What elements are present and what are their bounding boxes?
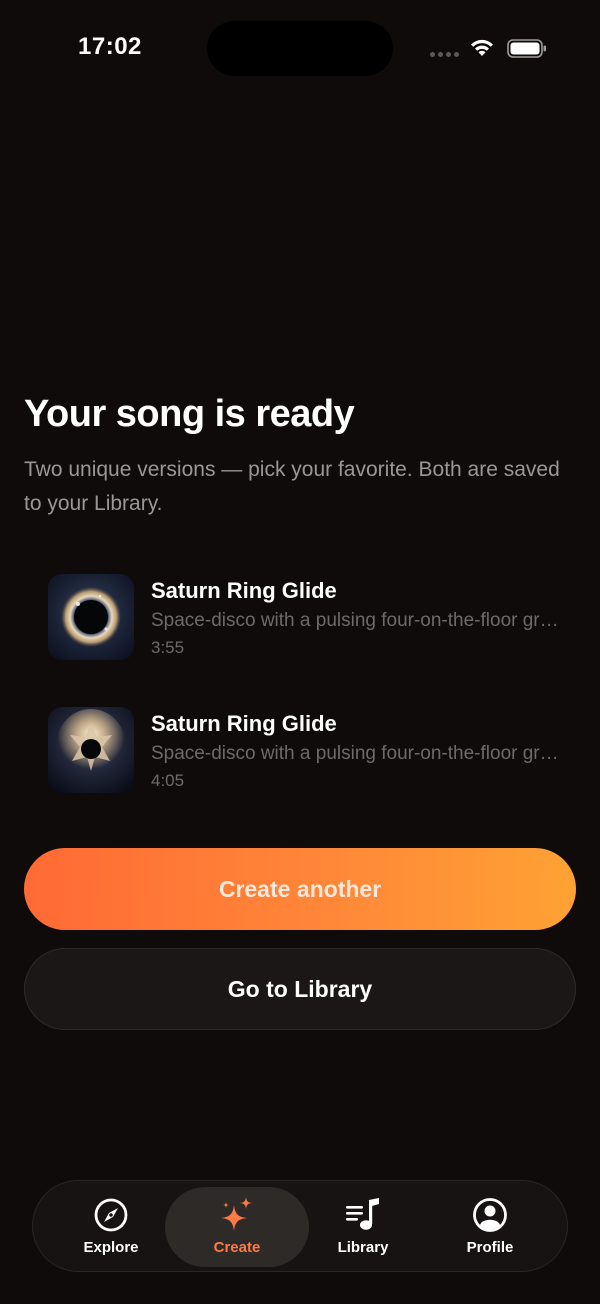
tab-explore[interactable]: Explore — [39, 1187, 183, 1267]
tab-bar: Explore Create Library Profile — [32, 1180, 568, 1272]
dynamic-island — [207, 21, 393, 76]
song-duration: 3:55 — [151, 638, 185, 657]
sparkles-icon — [221, 1197, 252, 1231]
song-item[interactable]: Saturn Ring Glide Space-disco with a pul… — [48, 574, 568, 660]
song-title: Saturn Ring Glide — [151, 578, 337, 603]
status-time: 17:02 — [78, 33, 142, 60]
song-title: Saturn Ring Glide — [151, 711, 337, 736]
tab-label: Library — [337, 1239, 389, 1256]
tab-label: Create — [213, 1239, 261, 1256]
tab-label: Profile — [466, 1239, 514, 1256]
person-circle-icon — [473, 1198, 507, 1232]
song-cover-image — [48, 574, 134, 660]
create-another-button[interactable]: Create another — [24, 848, 576, 930]
tab-library[interactable]: Library — [291, 1187, 435, 1267]
compass-icon — [94, 1198, 128, 1232]
cellular-signal-icon — [430, 52, 459, 57]
page-subtitle: Two unique versions — pick your favorite… — [24, 458, 560, 515]
page-title: Your song is ready — [24, 393, 355, 435]
song-description: Space-disco with a pulsing four-on-the-f… — [151, 743, 561, 764]
song-cover-image — [48, 707, 134, 793]
song-description: Space-disco with a pulsing four-on-the-f… — [151, 610, 561, 631]
tab-profile[interactable]: Profile — [418, 1187, 562, 1267]
go-to-library-button[interactable]: Go to Library — [24, 948, 576, 1030]
tab-label: Explore — [83, 1239, 139, 1256]
music-list-icon — [346, 1198, 379, 1230]
song-duration: 4:05 — [151, 771, 185, 790]
wifi-icon — [471, 39, 493, 56]
tab-create[interactable]: Create — [165, 1187, 309, 1267]
song-item[interactable]: Saturn Ring Glide Space-disco with a pul… — [48, 707, 568, 793]
status-bar: 17:02 — [0, 0, 600, 96]
battery-icon — [507, 39, 546, 58]
